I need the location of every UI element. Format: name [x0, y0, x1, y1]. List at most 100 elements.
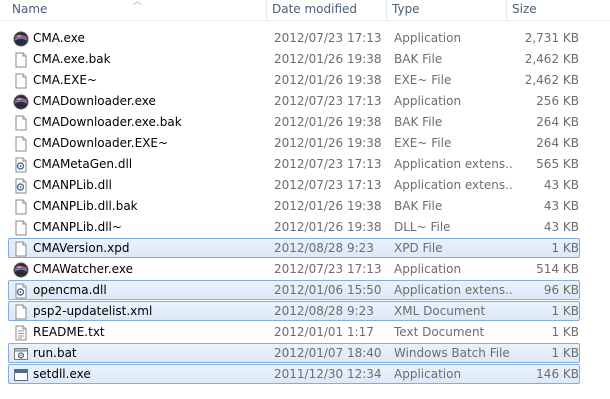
file-type: Application [394, 31, 462, 45]
file-date-modified: 2012/07/23 17:13 [274, 94, 382, 108]
file-name: CMAWatcher.exe [33, 262, 133, 276]
file-date-modified: 2012/01/26 19:38 [274, 115, 382, 129]
file-date-modified: 2011/12/30 12:34 [274, 367, 382, 381]
file-row[interactable]: README.txt 2012/01/01 1:17 Text Document 1 … [8, 322, 580, 342]
file-name: CMA.EXE~ [33, 73, 97, 87]
file-row[interactable]: CMA.EXE~ 2012/01/26 19:38 EXE~ File 2,462 K… [8, 70, 580, 90]
file-row[interactable]: CMADownloader.exe.bak 2012/01/26 19:38 BAK… [8, 112, 580, 132]
file-row[interactable]: CMAWatcher.exe 2012/07/23 17:13 Applicatio… [8, 259, 580, 279]
file-size: 1 KB [551, 304, 579, 318]
file-date-modified: 2012/01/26 19:38 [274, 199, 382, 213]
text-file-icon [13, 325, 29, 341]
file-date-modified: 2012/07/23 17:13 [274, 157, 382, 171]
file-type: Text Document [394, 325, 485, 339]
app-window-icon [13, 367, 29, 383]
file-name: CMA.exe.bak [33, 52, 111, 66]
file-row[interactable]: CMAVersion.xpd 2012/08/28 9:23 XPD File 1 K… [8, 238, 580, 258]
column-divider[interactable] [506, 0, 507, 20]
file-row[interactable]: CMADownloader.exe 2012/07/23 17:13 Applica… [8, 91, 580, 111]
file-size: 43 KB [543, 178, 579, 192]
file-type: Application extens... [394, 157, 514, 171]
file-date-modified: 2012/01/07 18:40 [274, 346, 382, 360]
file-size: 256 KB [536, 94, 579, 108]
file-type: EXE~ File [394, 136, 452, 150]
file-size: 565 KB [536, 157, 579, 171]
column-header-bar: Name ︿ Date modified Type Size [0, 0, 610, 21]
file-name: CMADownloader.EXE~ [33, 136, 169, 150]
file-row[interactable]: CMA.exe.bak 2012/01/26 19:38 BAK File 2,462… [8, 49, 580, 69]
file-type: XPD File [394, 241, 443, 255]
blank-file-icon [13, 220, 29, 236]
file-name: CMANPLib.dll [33, 178, 112, 192]
file-size: 1 KB [551, 346, 579, 360]
dll-gear-icon [13, 283, 29, 299]
file-date-modified: 2012/01/26 19:38 [274, 136, 382, 150]
file-row[interactable]: CMAMetaGen.dll 2012/07/23 17:13 Applicatio… [8, 154, 580, 174]
file-type: BAK File [394, 199, 443, 213]
file-type: XML Document [394, 304, 486, 318]
file-size: 146 KB [536, 367, 579, 381]
file-name: CMANPLib.dll.bak [33, 199, 138, 213]
file-name: psp2-updatelist.xml [33, 304, 153, 318]
app-globe-icon [13, 262, 29, 278]
file-size: 514 KB [536, 262, 579, 276]
file-size: 2,731 KB [524, 31, 579, 45]
file-size: 264 KB [536, 115, 579, 129]
file-type: BAK File [394, 52, 443, 66]
file-row[interactable]: CMADownloader.EXE~ 2012/01/26 19:38 EXE~ F… [8, 133, 580, 153]
file-row[interactable]: setdll.exe 2011/12/30 12:34 Application 146… [8, 364, 580, 384]
file-row[interactable]: run.bat 2012/01/07 18:40 Windows Batch Fil… [8, 343, 580, 363]
file-date-modified: 2012/08/28 9:23 [274, 241, 374, 255]
blank-file-icon [13, 199, 29, 215]
file-size: 43 KB [543, 199, 579, 213]
file-size: 2,462 KB [524, 52, 579, 66]
file-row[interactable]: psp2-updatelist.xml 2012/08/28 9:23 XML Do… [8, 301, 580, 321]
file-name: CMADownloader.exe [33, 94, 156, 108]
file-size: 2,462 KB [524, 73, 579, 87]
sort-chevron-icon: ︿ [133, 0, 143, 7]
column-header-name[interactable]: Name [12, 0, 47, 20]
file-date-modified: 2012/01/26 19:38 [274, 73, 382, 87]
file-row[interactable]: CMA.exe 2012/07/23 17:13 Application 2,731 … [8, 28, 580, 48]
column-header-size[interactable]: Size [512, 0, 537, 20]
dll-gear-icon [13, 157, 29, 173]
file-date-modified: 2012/01/26 19:38 [274, 220, 382, 234]
file-date-modified: 2012/07/23 17:13 [274, 262, 382, 276]
file-date-modified: 2012/08/28 9:23 [274, 304, 374, 318]
file-type: Application extens... [394, 178, 514, 192]
column-divider[interactable] [266, 0, 267, 20]
dll-gear-icon [13, 178, 29, 194]
file-row[interactable]: CMANPLib.dll 2012/07/23 17:13 Application … [8, 175, 580, 195]
file-name: CMANPLib.dll~ [33, 220, 122, 234]
app-globe-icon [13, 94, 29, 110]
file-name: CMA.exe [33, 31, 85, 45]
file-date-modified: 2012/01/06 15:50 [274, 283, 382, 297]
app-globe-icon [13, 31, 29, 47]
file-date-modified: 2012/07/23 17:13 [274, 178, 382, 192]
file-type: DLL~ File [394, 220, 451, 234]
column-divider[interactable] [386, 0, 387, 20]
file-type: BAK File [394, 115, 443, 129]
file-row[interactable]: opencma.dll 2012/01/06 15:50 Application e… [8, 280, 580, 300]
file-name: run.bat [33, 346, 77, 360]
file-date-modified: 2012/07/23 17:13 [274, 31, 382, 45]
blank-file-icon [13, 304, 29, 320]
file-size: 264 KB [536, 136, 579, 150]
file-row[interactable]: CMANPLib.dll~ 2012/01/26 19:38 DLL~ File 43… [8, 217, 580, 237]
column-header-type[interactable]: Type [392, 0, 420, 20]
file-size: 43 KB [543, 220, 579, 234]
column-header-date-modified[interactable]: Date modified [272, 0, 357, 20]
file-type: Windows Batch File [394, 346, 510, 360]
blank-file-icon [13, 52, 29, 68]
blank-file-icon [13, 115, 29, 131]
file-name: CMAMetaGen.dll [33, 157, 133, 171]
file-date-modified: 2012/01/01 1:17 [274, 325, 374, 339]
file-size: 96 KB [543, 283, 579, 297]
file-type: Application extens... [394, 283, 514, 297]
file-type: Application [394, 367, 462, 381]
file-date-modified: 2012/01/26 19:38 [274, 52, 382, 66]
file-size: 1 KB [551, 325, 579, 339]
file-type: Application [394, 94, 462, 108]
file-name: opencma.dll [33, 283, 107, 297]
file-row[interactable]: CMANPLib.dll.bak 2012/01/26 19:38 BAK File… [8, 196, 580, 216]
